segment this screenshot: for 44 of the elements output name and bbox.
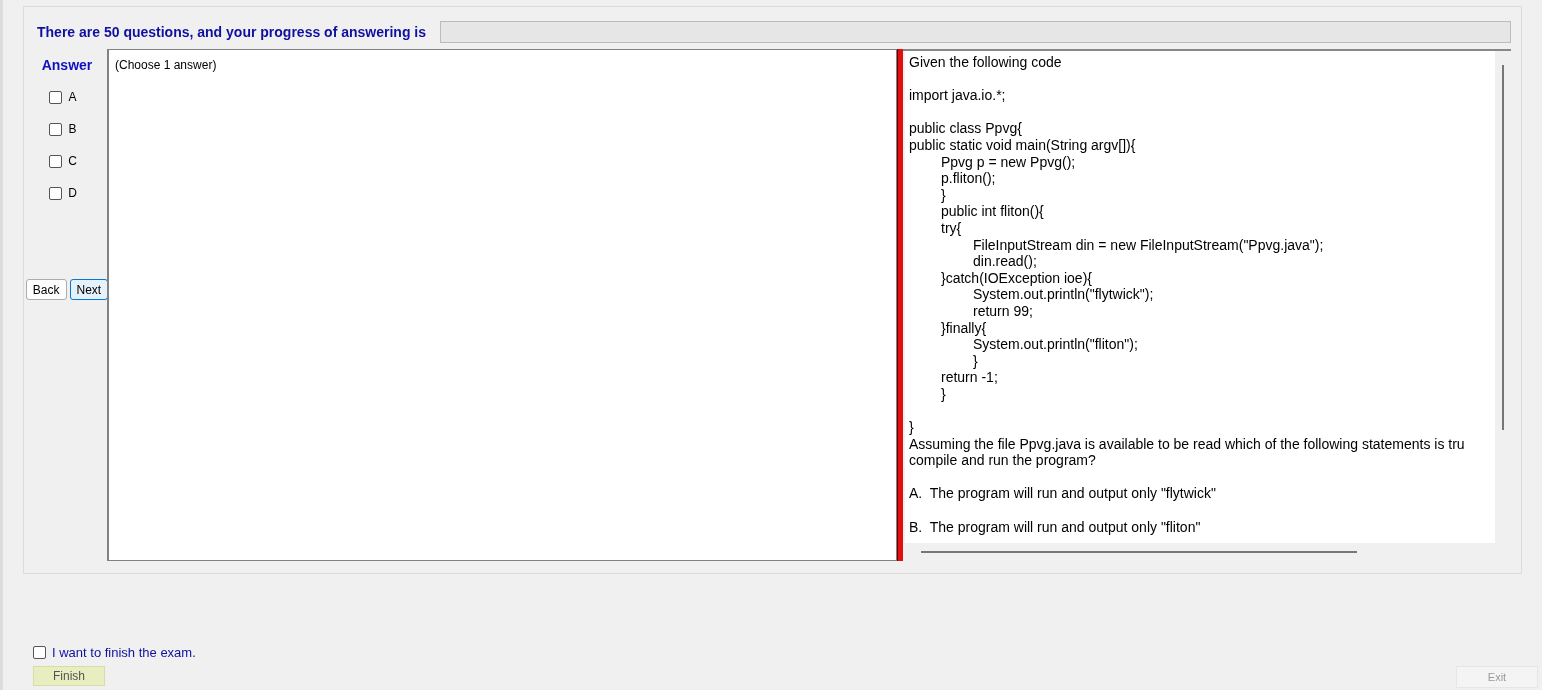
question-line: public static void main(String argv[]){: [909, 136, 1137, 154]
answer-hint: (Choose 1 answer): [115, 58, 217, 72]
option-label: A: [68, 90, 77, 104]
question-line: din.read();: [972, 253, 1038, 270]
answer-checkbox[interactable]: [49, 154, 63, 168]
question-line: public int fliton(){: [940, 203, 1045, 220]
question-line: return -1;: [940, 369, 999, 386]
question-line: A. The program will run and output only "flytwick": [909, 485, 1217, 503]
question-line: System.out.println("fliton");: [972, 336, 1139, 353]
question-line: compile and run the program?: [909, 452, 1097, 469]
question-line: public class Ppvg{: [909, 120, 1023, 137]
finish-button[interactable]: Finish: [33, 666, 105, 686]
option-label: B: [68, 122, 77, 136]
question-line: Given the following code: [909, 54, 1063, 71]
answer-checkbox[interactable]: [49, 90, 63, 104]
question-line: B. The program will run and output only "fliton": [909, 518, 1202, 536]
question-line: }: [940, 186, 947, 204]
nav-button[interactable]: Next: [69, 279, 109, 300]
finish-label: I want to finish the exam.: [52, 645, 196, 660]
splitter[interactable]: [897, 49, 903, 561]
vertical-scrollbar[interactable]: [1502, 65, 1504, 430]
question-line: }finally{: [940, 319, 988, 337]
question-line: System.out.println("flytwick");: [972, 286, 1155, 303]
question-line: import java.io.*;: [909, 87, 1007, 104]
question-line: }: [909, 419, 915, 436]
option-label: C: [68, 154, 77, 168]
answer-checkbox[interactable]: [49, 186, 63, 200]
progress-label: There are 50 questions, and your progress of answering is: [36, 24, 426, 40]
question-line: }catch(IOException ioe){: [940, 269, 1093, 287]
question-line: }: [972, 352, 979, 370]
question-line: }: [940, 385, 947, 403]
question-line: FileInputStream din = new FileInputStream("Ppvg.java");: [972, 236, 1325, 254]
question-line: return 99;: [972, 302, 1034, 320]
answer-area[interactable]: (Choose 1 answer): [107, 49, 897, 561]
answer-heading: Answer: [41, 57, 93, 73]
question-line: Assuming the file Ppvg.java is available to be read which of the following statements is tru: [909, 435, 1466, 453]
question-line: p.fliton();: [940, 170, 997, 187]
nav-button[interactable]: Back: [25, 279, 67, 300]
finish-checkbox[interactable]: [33, 646, 46, 659]
answer-checkbox[interactable]: [49, 122, 63, 136]
horizontal-scrollbar[interactable]: [921, 551, 1357, 553]
question-line: try{: [940, 219, 963, 237]
option-label: D: [68, 186, 77, 200]
question-line: Ppvg p = new Ppvg();: [940, 153, 1077, 171]
